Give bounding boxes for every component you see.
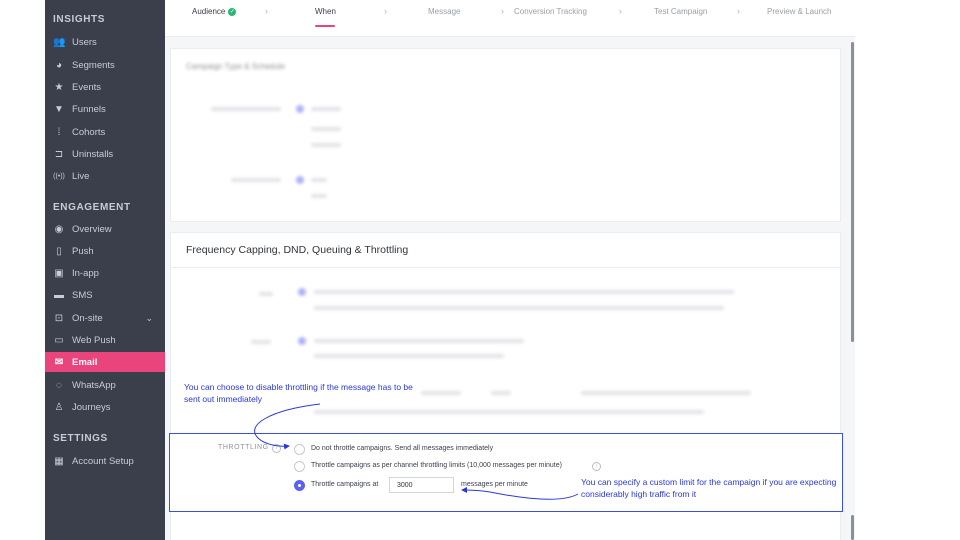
scrollbar-thumb-lower[interactable] [851,515,854,540]
step-message[interactable]: Message [428,7,460,16]
sidebar-item-label: Account Setup [72,455,134,467]
info-icon[interactable]: i [592,462,601,471]
option-channel-throttle-label: Throttle campaigns as per channel thrott… [311,462,562,469]
sidebar-item-in-app[interactable]: ▣ In-app [45,263,165,283]
sidebar-item-cohorts[interactable]: ⁞ Cohorts [45,122,165,142]
annotation-disable-throttling: You can choose to disable throttling if … [184,382,413,404]
step-preview-launch[interactable]: Preview & Launch [767,7,831,16]
sidebar-item-label: On-site [72,312,103,324]
sidebar-item-label: Cohorts [72,126,106,138]
sidebar-section-engagement: ENGAGEMENT [53,202,131,213]
annotation-custom-limit: You can specify a custom limit for the c… [581,477,837,499]
chevron-right-icon: › [737,6,740,16]
sidebar-item-whatsapp[interactable]: ◌ WhatsApp [45,375,165,395]
live-icon: ((•)) [53,172,65,180]
chevron-right-icon: › [501,6,504,16]
sidebar-item-label: Email [72,356,98,368]
in-app-icon: ▣ [54,267,64,279]
option-no-throttle-label: Do not throttle campaigns. Send all mess… [311,445,494,452]
chevron-down-icon[interactable]: ⌄ [145,313,153,324]
sidebar: INSIGHTS 👥 Users ◕ Segments ★ Events ▼ Funne… [45,0,165,540]
funnel-icon: ▼ [54,103,64,115]
sidebar-item-label: In-app [72,267,99,279]
info-icon[interactable]: i [272,444,281,453]
pie-chart-icon: ◕ [55,59,63,71]
sidebar-item-uninstalls[interactable]: ⊐ Uninstalls [45,144,165,164]
card-title: Campaign Type & Schedule [186,62,286,71]
sidebar-section-insights: INSIGHTS [53,14,106,25]
scrollbar-thumb[interactable] [851,42,854,342]
account-setup-icon: ▦ [54,455,64,467]
step-conversion-tracking[interactable]: Conversion Tracking [514,7,587,16]
campaign-type-card: Campaign Type & Schedule [170,48,841,222]
sidebar-item-push[interactable]: ▯ Push [45,241,165,261]
users-icon: 👥 [53,36,66,48]
chevron-right-icon: › [384,6,387,16]
sidebar-item-users[interactable]: 👥 Users [45,32,165,52]
radio-custom-throttle[interactable] [294,480,305,491]
sidebar-item-funnels[interactable]: ▼ Funnels [45,99,165,119]
step-audience[interactable]: Audience ✓ [192,7,237,16]
sidebar-item-journeys[interactable]: ♙ Journeys [45,397,165,417]
option-custom-throttle-label: Throttle campaigns at [311,481,379,488]
throttling-label: THROTTLING [218,444,269,451]
sidebar-item-label: SMS [72,289,93,301]
eye-icon: ◉ [54,223,64,235]
sidebar-section-settings: SETTINGS [53,433,108,444]
on-site-icon: ⊡ [54,312,64,324]
journeys-icon: ♙ [54,401,64,413]
cohorts-icon: ⁞ [57,126,61,138]
sidebar-item-label: Segments [72,59,115,71]
uninstall-icon: ⊐ [54,148,64,160]
sidebar-item-label: Events [72,81,102,93]
sidebar-item-events[interactable]: ★ Events [45,77,165,97]
sidebar-item-label: WhatsApp [72,379,116,391]
star-icon: ★ [54,81,64,93]
whatsapp-icon: ◌ [56,379,62,391]
radio-channel-throttle[interactable] [294,461,305,472]
sms-icon: ▬ [54,289,64,301]
sidebar-item-label: Journeys [72,401,111,413]
radio-no-throttle[interactable] [294,444,305,455]
current-step-indicator [315,25,335,27]
throttle-rate-unit: messages per minute [461,481,528,488]
sidebar-item-account-setup[interactable]: ▦ Account Setup [45,451,165,471]
sidebar-item-label: Push [72,245,94,257]
step-progress-bar: Audience ✓ › When › Message › Conversion … [165,0,855,37]
sidebar-item-label: Live [72,170,90,182]
sidebar-item-overview[interactable]: ◉ Overview [45,219,165,239]
chevron-right-icon: › [265,6,268,16]
sidebar-item-sms[interactable]: ▬ SMS [45,285,165,305]
card-title: Frequency Capping, DND, Queuing & Thrott… [186,244,409,256]
sidebar-item-label: Overview [72,223,112,235]
push-icon: ▯ [56,245,62,257]
step-when[interactable]: When [315,7,336,16]
throttle-rate-input[interactable]: 3000 [389,477,454,493]
sidebar-item-live[interactable]: ((•)) Live [45,166,165,186]
email-icon: ✉ [54,356,64,368]
sidebar-item-label: Funnels [72,103,106,115]
sidebar-item-web-push[interactable]: ▭ Web Push [45,330,165,350]
sidebar-item-email[interactable]: ✉ Email [45,352,165,372]
web-push-icon: ▭ [54,334,64,346]
step-test-campaign[interactable]: Test Campaign [654,7,707,16]
check-icon: ✓ [228,7,237,16]
divider [171,267,840,268]
chevron-right-icon: › [619,6,622,16]
sidebar-item-segments[interactable]: ◕ Segments [45,55,165,75]
sidebar-item-label: Uninstalls [72,148,114,160]
sidebar-item-label: Users [72,36,97,48]
sidebar-item-label: Web Push [72,334,116,346]
throttling-section: THROTTLING i Do not throttle campaigns. … [169,433,843,512]
sidebar-item-on-site[interactable]: ⊡ On-site ⌄ [45,308,165,328]
